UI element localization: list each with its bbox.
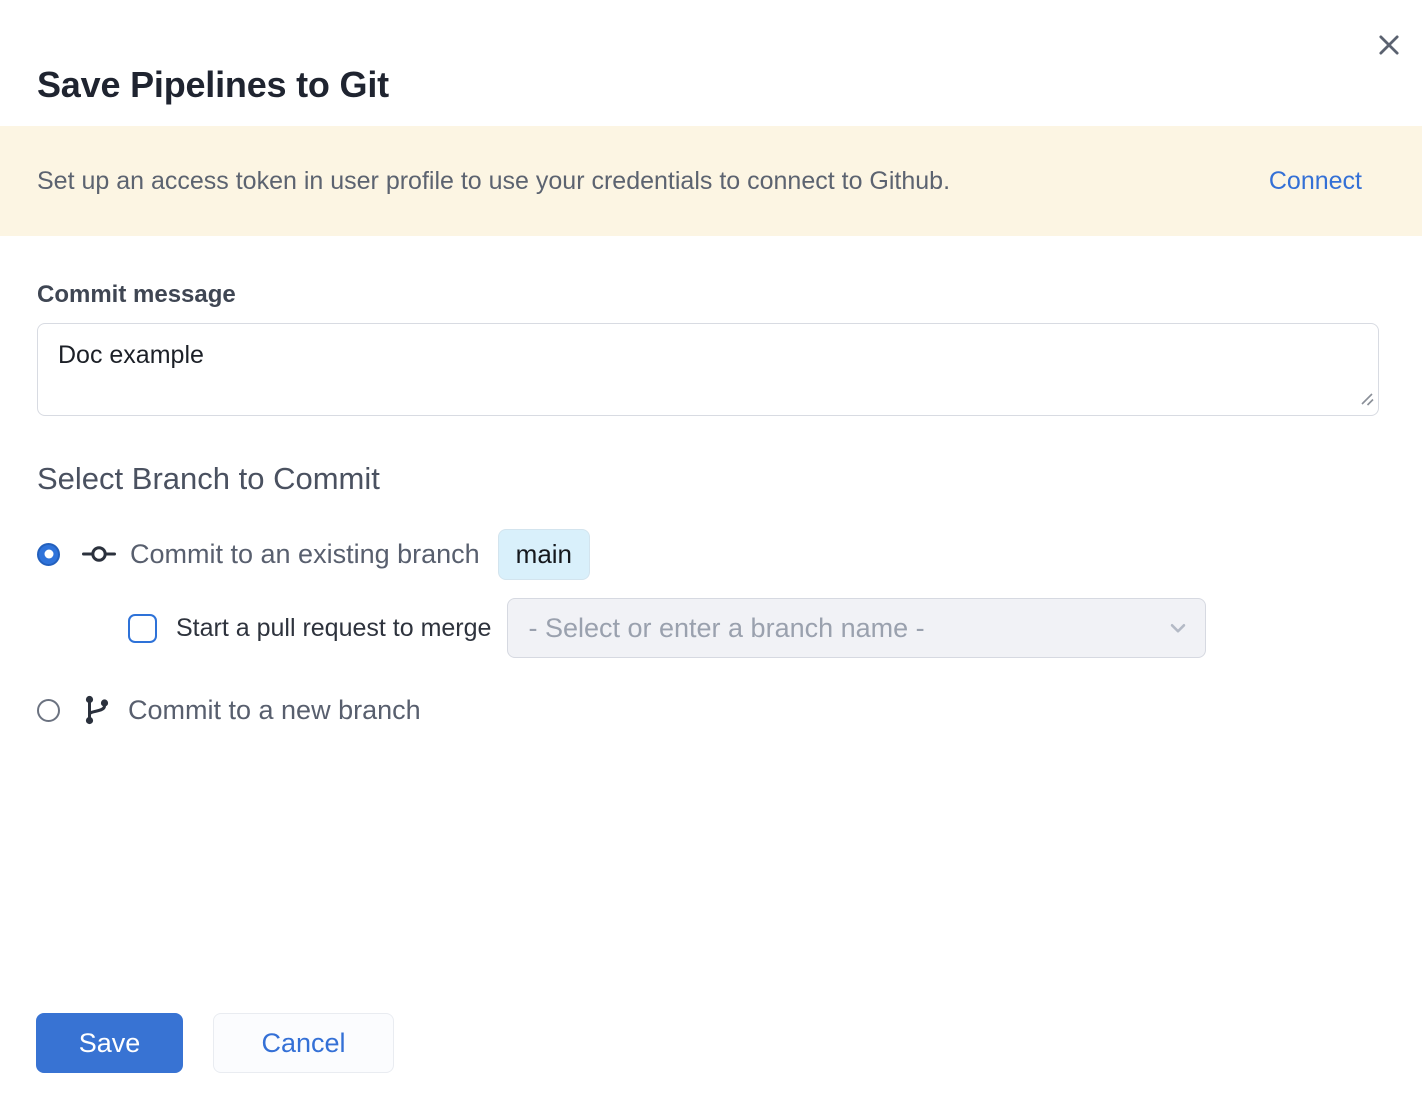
new-branch-label[interactable]: Commit to a new branch xyxy=(128,695,421,726)
chevron-down-icon xyxy=(1165,615,1191,641)
cancel-button[interactable]: Cancel xyxy=(213,1013,394,1073)
access-token-banner: Set up an access token in user profile t… xyxy=(0,126,1422,236)
dialog-footer: Save Cancel xyxy=(36,1013,394,1073)
target-branch-select[interactable]: - Select or enter a branch name - xyxy=(507,598,1206,658)
connect-link[interactable]: Connect xyxy=(1269,167,1362,196)
close-button[interactable] xyxy=(1368,24,1410,66)
existing-branch-radio[interactable] xyxy=(37,543,60,566)
close-icon xyxy=(1375,31,1403,59)
pull-request-option: Start a pull request to merge - Select o… xyxy=(128,598,1206,658)
save-button[interactable]: Save xyxy=(36,1013,183,1073)
git-branch-icon xyxy=(82,694,111,726)
pull-request-checkbox[interactable] xyxy=(128,614,157,643)
branch-badge: main xyxy=(498,529,590,580)
new-branch-radio[interactable] xyxy=(37,699,60,722)
commit-message-label: Commit message xyxy=(37,281,236,309)
commit-message-input[interactable]: Doc example xyxy=(37,323,1379,416)
banner-message: Set up an access token in user profile t… xyxy=(37,167,950,196)
save-pipelines-dialog: Save Pipelines to Git Set up an access t… xyxy=(0,0,1422,1116)
existing-branch-option: Commit to an existing branch main xyxy=(37,529,590,579)
pull-request-label[interactable]: Start a pull request to merge xyxy=(176,614,491,643)
git-commit-icon xyxy=(81,541,117,567)
existing-branch-label[interactable]: Commit to an existing branch xyxy=(130,539,480,570)
target-branch-placeholder: - Select or enter a branch name - xyxy=(528,613,924,644)
select-branch-heading: Select Branch to Commit xyxy=(37,461,380,497)
page-title: Save Pipelines to Git xyxy=(37,64,389,106)
commit-message-field-wrap: Doc example xyxy=(37,323,1379,416)
new-branch-option: Commit to a new branch xyxy=(37,686,421,734)
